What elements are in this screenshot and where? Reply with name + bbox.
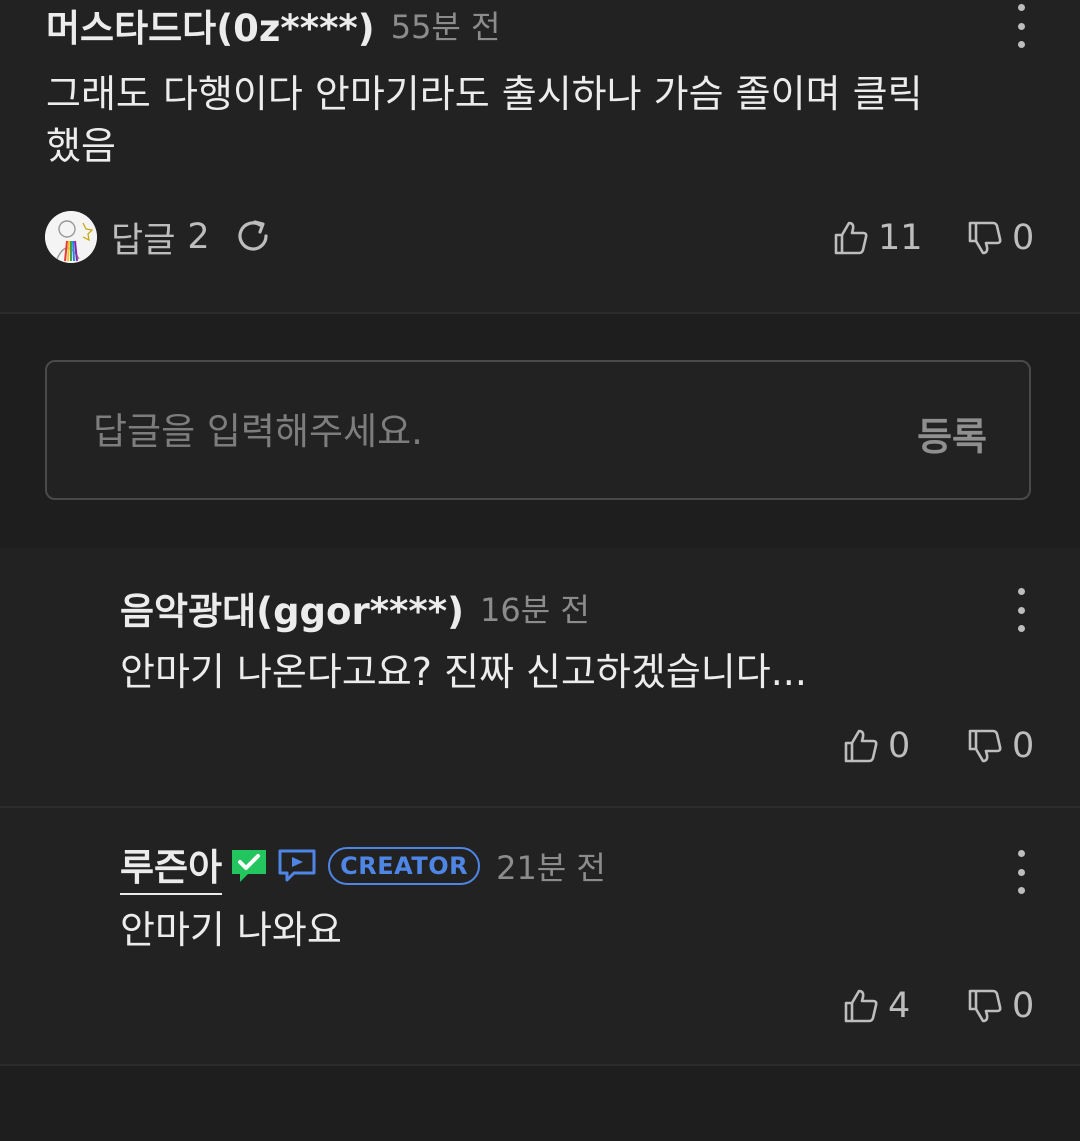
dislike-count: 0 <box>1012 986 1035 1026</box>
comment-author[interactable]: 머스타드다(0z****) <box>46 0 375 52</box>
dislike-button[interactable]: 0 <box>966 726 1034 766</box>
thumbs-down-icon <box>968 729 1002 763</box>
thumbs-up-icon <box>844 989 878 1023</box>
verified-check-icon <box>232 850 267 882</box>
like-count: 4 <box>888 986 911 1026</box>
like-button[interactable]: 0 <box>842 726 910 766</box>
more-options-icon[interactable] <box>1006 850 1036 894</box>
like-count: 0 <box>888 726 911 766</box>
submit-reply-button[interactable]: 등록 <box>917 406 987 461</box>
comment-time: 55분 전 <box>390 8 501 46</box>
reply-time: 21분 전 <box>496 849 606 887</box>
like-button[interactable]: 4 <box>842 986 910 1026</box>
reply-item: 음악광대(ggor****) 16분 전 안마기 나온다고요? 진짜 신고하겠습… <box>0 548 1080 808</box>
reply-input-box: 등록 <box>45 360 1031 500</box>
comment-header: 머스타드다(0z****) 55분 전 <box>46 0 500 50</box>
bottom-spacer <box>0 1066 1080 1141</box>
refresh-icon[interactable] <box>232 216 274 258</box>
like-button[interactable]: 11 <box>832 218 923 258</box>
reply-author[interactable]: 음악광대(ggor****) <box>120 581 464 635</box>
reply-header: 음악광대(ggor****) 16분 전 <box>120 580 590 636</box>
thumbs-down-icon <box>968 221 1002 255</box>
play-channel-icon <box>278 849 316 882</box>
reply-body: 안마기 나와요 <box>120 908 342 952</box>
more-options-icon[interactable] <box>1006 588 1036 632</box>
dislike-count: 0 <box>1012 218 1035 258</box>
comment-footer: 답글 2 <box>45 211 274 263</box>
dislike-count: 0 <box>1012 726 1035 766</box>
like-count: 11 <box>878 218 923 258</box>
reply-item: 루즌아 CREATOR 21분 전 안마기 나와요 4 0 <box>0 808 1080 1066</box>
thumbs-up-icon <box>844 729 878 763</box>
reply-count: 2 <box>187 217 210 257</box>
reply-label: 답글 <box>111 220 176 261</box>
dislike-button[interactable]: 0 <box>966 218 1034 258</box>
creator-badge: CREATOR <box>328 847 481 885</box>
reply-header: 루즌아 CREATOR 21분 전 <box>120 837 606 895</box>
more-options-icon[interactable] <box>1006 4 1036 48</box>
reply-time: 16분 전 <box>480 591 590 629</box>
avatar[interactable] <box>45 211 97 263</box>
comment-body: 그래도 다행이다 안마기라도 출시하나 가슴 졸이며 클릭 했음 <box>46 72 923 168</box>
thumbs-up-icon <box>834 221 868 255</box>
comment-item: 머스타드다(0z****) 55분 전 그래도 다행이다 안마기라도 출시하나 … <box>0 0 1080 314</box>
reply-input[interactable] <box>91 402 855 460</box>
reply-toggle-button[interactable]: 답글 2 <box>111 212 210 263</box>
thumbs-down-icon <box>968 989 1002 1023</box>
reply-body: 안마기 나온다고요? 진짜 신고하겠습니다... <box>120 650 807 694</box>
reply-author[interactable]: 루즌아 <box>120 837 223 895</box>
dislike-button[interactable]: 0 <box>966 986 1034 1026</box>
reply-input-area: 등록 <box>0 314 1080 548</box>
